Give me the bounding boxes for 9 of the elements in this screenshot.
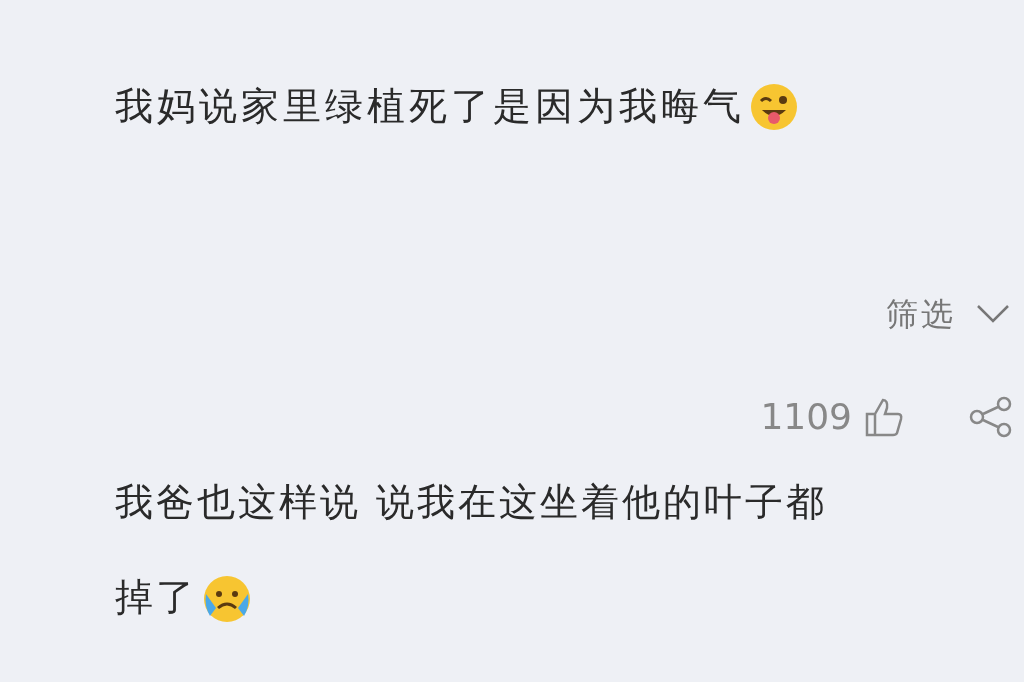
share-icon[interactable]	[968, 396, 1014, 438]
thumbs-up-icon[interactable]	[864, 396, 904, 438]
filter-button[interactable]: 筛选	[886, 290, 956, 338]
tongue-out-emoji-icon	[749, 81, 799, 132]
comment-text-line: 我爸也这样说 说我在这坐着他的叶子都	[115, 479, 828, 526]
post-text: 我妈说家里绿植死了是因为我晦气	[115, 83, 745, 130]
like-count: 1109	[760, 395, 852, 439]
comment-text-line: 掉了	[115, 574, 197, 621]
chevron-down-icon[interactable]	[976, 304, 1010, 324]
